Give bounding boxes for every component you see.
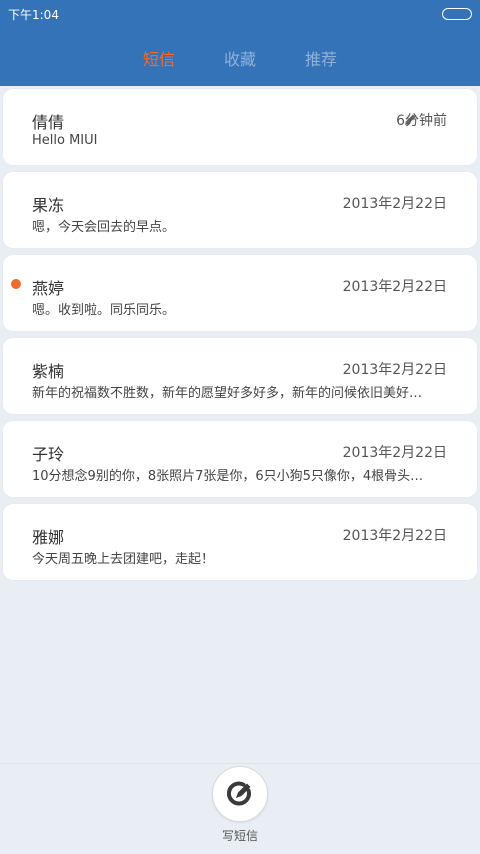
compose-button[interactable] [212,766,268,822]
conversation-item[interactable]: 果冻 2013年2月22日 嗯，今天会回去的早点。 [3,172,477,248]
message-time: 6分钟前 [396,113,447,129]
conversation-item[interactable]: 紫楠 2013年2月22日 新年的祝福数不胜数，新年的愿望好多好多，新年的问候依… [3,338,477,414]
status-time: 下午1:04 [8,8,59,22]
compose-icon [227,781,251,806]
message-preview: 嗯。收到啦。同乐同乐。 [32,303,176,318]
conversation-item[interactable]: 雅娜 2013年2月22日 今天周五晚上去团建吧，走起！ [3,504,477,580]
message-preview: 新年的祝福数不胜数，新年的愿望好多好多，新年的问候依旧美好… [32,386,423,401]
conversation-list: 倩倩 6分钟前 Hello MIUI 果冻 2013年2月22日 嗯，今天会回去… [3,89,477,587]
battery-icon [442,8,472,20]
conversation-item[interactable]: 倩倩 6分钟前 Hello MIUI [3,89,477,165]
conversation-item[interactable]: 燕婷 2013年2月22日 嗯。收到啦。同乐同乐。 [3,255,477,331]
message-time: 2013年2月22日 [342,196,447,212]
contact-name: 果冻 [32,196,65,215]
contact-name: 紫楠 [32,362,65,381]
header-bar: 下午1:04 短信 收藏 推荐 [0,0,480,86]
message-preview: 10分想念9别的你，8张照片7张是你，6只小狗5只像你，4根骨头… [32,469,424,484]
conversation-item[interactable]: 子玲 2013年2月22日 10分想念9别的你，8张照片7张是你，6只小狗5只像… [3,421,477,497]
contact-name: 倩倩 [32,113,65,132]
message-time: 2013年2月22日 [342,362,447,378]
message-preview: Hello MIUI [32,133,98,148]
contact-name: 子玲 [32,445,65,464]
compose-label: 写短信 [221,829,258,843]
message-preview: 今天周五晚上去团建吧，走起！ [32,552,215,567]
message-preview: 嗯，今天会回去的早点。 [32,220,176,235]
contact-name: 雅娜 [32,528,65,547]
message-time: 2013年2月22日 [342,445,447,461]
tab-bar: 短信 收藏 推荐 [0,46,480,70]
tab-favorites[interactable]: 收藏 [224,46,256,70]
tab-sms[interactable]: 短信 [143,46,175,70]
tab-recommended[interactable]: 推荐 [305,46,337,70]
unread-dot [11,279,21,289]
contact-name: 燕婷 [32,279,65,298]
message-time: 2013年2月22日 [342,279,447,295]
message-time: 2013年2月22日 [342,528,447,544]
bottom-bar: 写短信 [0,763,480,854]
